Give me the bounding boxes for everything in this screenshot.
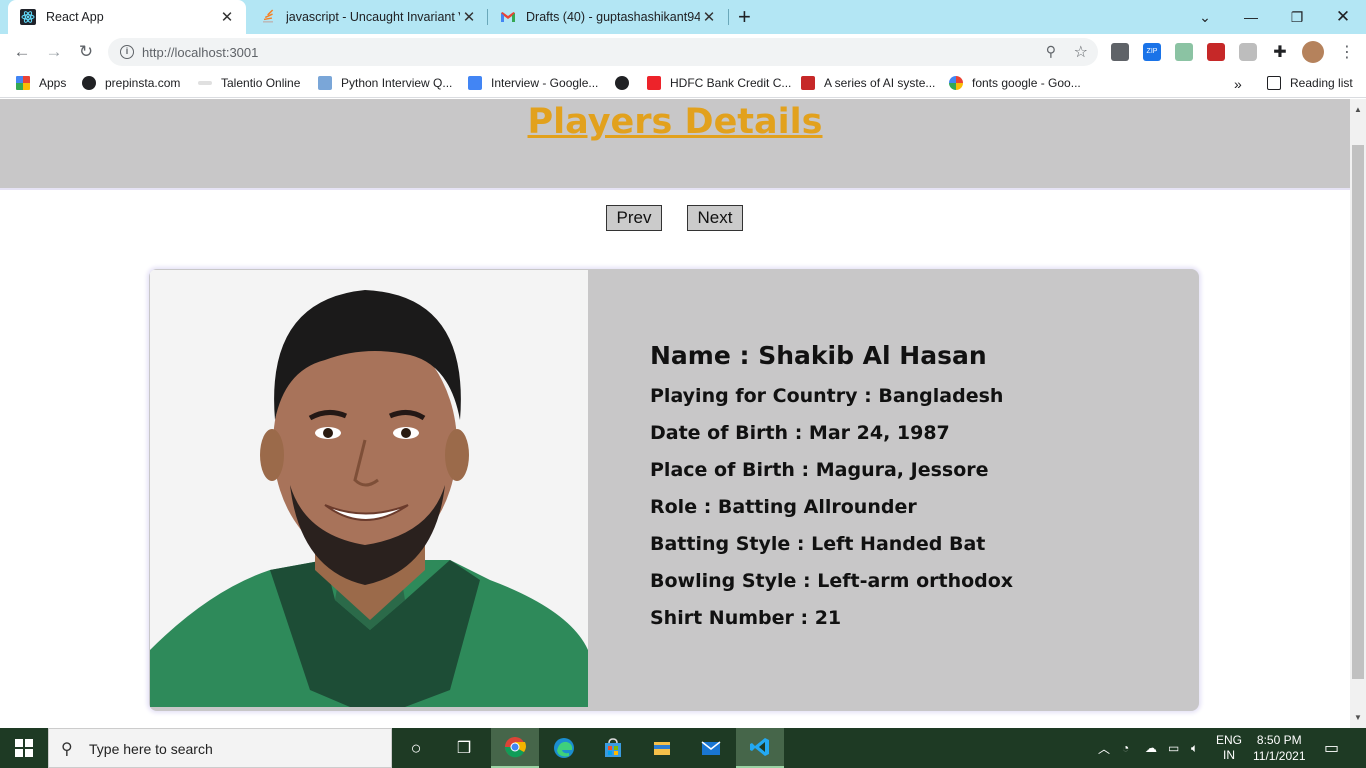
page-header: Players Details <box>0 99 1350 190</box>
python-icon <box>318 76 332 90</box>
bookmarks-bar: Apps prepinsta.com Talentio Online Pytho… <box>0 70 1366 98</box>
apps-grid-icon <box>16 76 30 90</box>
new-tab-icon[interactable]: + <box>738 6 751 28</box>
extension-red-icon[interactable] <box>1207 43 1225 61</box>
site-info-icon[interactable]: i <box>120 45 134 59</box>
file-explorer-taskbar-icon[interactable] <box>638 728 686 768</box>
docs-icon <box>468 76 482 90</box>
back-icon[interactable]: ← <box>10 40 34 64</box>
bookmark-python[interactable]: Python Interview Q... <box>318 76 452 90</box>
restore-icon[interactable]: ❐ <box>1274 0 1320 34</box>
extension-pen-icon[interactable] <box>1175 43 1193 61</box>
extension-zip-icon[interactable]: ZIP <box>1143 43 1161 61</box>
bookmark-apps[interactable]: Apps <box>16 76 66 90</box>
notifications-icon[interactable]: ▭ <box>1324 728 1339 768</box>
globe-icon <box>615 76 629 90</box>
battery-icon[interactable]: ▭ <box>1168 728 1179 768</box>
page-scrollbar[interactable]: ▲ ▼ <box>1350 99 1366 728</box>
page-title: Players Details <box>527 102 823 142</box>
next-button[interactable]: Next <box>687 205 743 231</box>
player-details: Name : Shakib Al Hasan Playing for Count… <box>650 341 1013 644</box>
taskbar-search[interactable]: ⚲ Type here to search <box>48 728 392 768</box>
player-batting-style: Batting Style : Left Handed Bat <box>650 533 986 555</box>
scroll-up-icon[interactable]: ▲ <box>1353 105 1363 114</box>
reload-icon[interactable]: ↻ <box>74 40 98 64</box>
edge-taskbar-icon[interactable] <box>540 728 588 768</box>
extension-screen-icon[interactable] <box>1111 43 1129 61</box>
gmail-icon <box>500 9 516 25</box>
scroll-thumb[interactable] <box>1352 145 1364 679</box>
player-country: Playing for Country : Bangladesh <box>650 385 1004 407</box>
player-pob: Place of Birth : Magura, Jessore <box>650 459 989 481</box>
forward-icon[interactable]: → <box>42 40 66 64</box>
tab-gmail[interactable]: Drafts (40) - guptashashikant94@ ✕ <box>488 0 728 34</box>
windows-taskbar: ⚲ Type here to search ○ ❒ ︿ ◔ ☁ ▭ 🔈︎ ENG… <box>0 728 1366 768</box>
react-icon <box>20 9 36 25</box>
hdfc-icon <box>647 76 661 90</box>
bookmark-talentio[interactable]: Talentio Online <box>198 76 300 90</box>
close-tab-icon[interactable]: ✕ <box>460 8 478 26</box>
bookmark-star-icon[interactable]: ☆ <box>1074 42 1088 62</box>
bookmark-interview-docs[interactable]: Interview - Google... <box>468 76 598 90</box>
talentio-icon <box>198 81 212 85</box>
tab-strip: React App ✕ javascript - Uncaught Invari… <box>0 0 1366 34</box>
extension-camera-icon[interactable] <box>1239 43 1257 61</box>
url-text[interactable]: http://localhost:3001 <box>142 45 258 60</box>
player-bowling-style: Bowling Style : Left-arm orthodox <box>650 570 1014 592</box>
google-icon <box>949 76 963 90</box>
address-bar[interactable]: i http://localhost:3001 ⚲ ☆ <box>108 38 1098 66</box>
bookmark-fonts-google[interactable]: fonts google - Goo... <box>949 76 1081 90</box>
player-role: Role : Batting Allrounder <box>650 496 917 518</box>
reading-list-icon <box>1267 76 1281 90</box>
extensions-puzzle-icon[interactable]: ✚ <box>1268 40 1292 64</box>
language-indicator[interactable]: ENG IN <box>1216 728 1242 768</box>
prev-button[interactable]: Prev <box>606 205 662 231</box>
cortana-icon[interactable]: ○ <box>392 728 440 768</box>
wifi-icon[interactable]: ◔ <box>1122 728 1129 768</box>
reading-list[interactable]: Reading list <box>1267 76 1353 90</box>
chrome-taskbar-icon[interactable] <box>491 728 539 768</box>
player-photo <box>150 270 588 707</box>
menu-kebab-icon[interactable]: ⋮ <box>1335 40 1359 64</box>
bookmark-hdfc[interactable]: HDFC Bank Credit C... <box>647 76 791 90</box>
stackoverflow-icon <box>260 9 276 25</box>
player-dob: Date of Birth : Mar 24, 1987 <box>650 422 950 444</box>
tab-react-app[interactable]: React App ✕ <box>8 0 246 34</box>
browser-toolbar: ← → ↻ i http://localhost:3001 ⚲ ☆ ZIP ✚ … <box>0 34 1366 70</box>
tab-title: javascript - Uncaught Invariant V <box>286 10 460 24</box>
tab-title: Drafts (40) - guptashashikant94@ <box>526 10 700 24</box>
player-name: Name : Shakib Al Hasan <box>650 341 987 370</box>
scroll-down-icon[interactable]: ▼ <box>1353 713 1363 722</box>
bookmark-globe[interactable] <box>615 76 638 90</box>
more-bookmarks-icon[interactable]: » <box>1234 76 1242 92</box>
zoom-icon[interactable]: ⚲ <box>1046 43 1056 60</box>
mail-taskbar-icon[interactable] <box>687 728 735 768</box>
player-card: Name : Shakib Al Hasan Playing for Count… <box>149 269 1199 711</box>
volume-icon[interactable]: 🔈︎ <box>1191 728 1198 768</box>
bookmark-ai-series[interactable]: A series of AI syste... <box>801 76 935 90</box>
vscode-taskbar-icon[interactable] <box>736 728 784 768</box>
page-viewport: Players Details Prev Next Name: Shakib … <box>0 99 1350 728</box>
player-shirt-number: Shirt Number : 21 <box>650 607 842 629</box>
tab-search-icon[interactable]: ⌄ <box>1182 0 1228 34</box>
windows-start-icon[interactable] <box>0 728 48 768</box>
close-window-icon[interactable]: ✕ <box>1320 0 1366 34</box>
store-taskbar-icon[interactable] <box>589 728 637 768</box>
search-placeholder: Type here to search <box>89 741 213 757</box>
tab-title: React App <box>46 10 104 24</box>
tab-separator <box>728 9 729 25</box>
close-tab-icon[interactable]: ✕ <box>218 8 236 26</box>
search-icon: ⚲ <box>61 741 73 758</box>
profile-avatar[interactable] <box>1302 41 1324 63</box>
clock[interactable]: 8:50 PM 11/1/2021 <box>1253 728 1306 768</box>
task-view-icon[interactable]: ❒ <box>440 728 488 768</box>
minimize-icon[interactable]: — <box>1228 0 1274 34</box>
globe-icon <box>82 76 96 90</box>
show-hidden-icons[interactable]: ︿ <box>1098 728 1110 768</box>
close-tab-icon[interactable]: ✕ <box>700 8 718 26</box>
onedrive-icon[interactable]: ☁ <box>1145 728 1157 768</box>
bookmark-prepinsta[interactable]: prepinsta.com <box>82 76 180 90</box>
tab-stackoverflow[interactable]: javascript - Uncaught Invariant V ✕ <box>248 0 488 34</box>
vimeo-icon <box>801 76 815 90</box>
